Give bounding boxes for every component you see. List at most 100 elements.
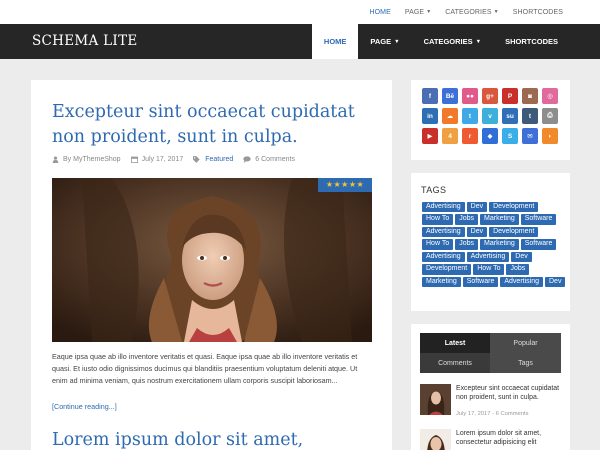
google-plus-icon[interactable]: g+ <box>482 88 498 104</box>
social-widget: f Bē ●● g+ P ◙ ◎ in ☁ t v su t ⎙ ▶ 4 r ◆ S ✉ ◗ <box>411 80 570 160</box>
tag-link[interactable]: Advertising <box>422 251 465 263</box>
pinterest-icon[interactable]: P <box>502 88 518 104</box>
featured-image[interactable]: ★★★★★ <box>52 178 372 342</box>
thumbnail-photo <box>420 384 451 415</box>
tag-link[interactable]: Advertising <box>466 251 510 263</box>
top-nav-page[interactable]: PAGE ▼ <box>398 0 438 24</box>
caret-down-icon: ▼ <box>493 9 499 15</box>
recent-post-item[interactable]: Lorem ipsum dolor sit amet, consectetur … <box>420 429 565 450</box>
tab-tags[interactable]: Tags <box>490 353 561 373</box>
tab-latest[interactable]: Latest <box>420 333 490 353</box>
vimeo-icon[interactable]: v <box>482 108 498 124</box>
comment-icon <box>243 156 251 163</box>
behance-icon[interactable]: Bē <box>442 88 458 104</box>
top-nav: HOME PAGE ▼ CATEGORIES ▼ SHORTCODES <box>362 0 570 24</box>
tag-link[interactable]: Advertising <box>500 276 543 288</box>
tag-link[interactable]: Dev <box>545 276 566 288</box>
meta-comments-text[interactable]: 6 Comments <box>255 156 295 163</box>
tags-icon <box>193 156 200 163</box>
post-card: Excepteur sint occaecat cupidatat non pr… <box>31 80 392 450</box>
top-nav-home-label: HOME <box>369 8 391 16</box>
top-nav-categories[interactable]: CATEGORIES ▼ <box>438 0 505 24</box>
rating-stars: ★★★★★ <box>318 178 372 192</box>
tab-bar: Latest Popular Comments Tags <box>420 333 561 373</box>
recent-post-meta: July 17, 2017 - 6 Comments <box>456 411 529 417</box>
rss-icon[interactable]: ◗ <box>542 128 558 144</box>
recent-post-thumbnail[interactable] <box>420 384 451 415</box>
recent-post-title[interactable]: Excepteur sint occaecat cupidatat non pr… <box>456 384 566 402</box>
reddit-icon[interactable]: r <box>462 128 478 144</box>
tag-link[interactable]: Marketing <box>422 276 461 288</box>
email-icon[interactable]: ✉ <box>522 128 538 144</box>
stumbleupon-icon[interactable]: su <box>502 108 518 124</box>
recent-post-item[interactable]: Excepteur sint occaecat cupidatat non pr… <box>420 384 565 420</box>
meta-comments: 6 Comments <box>243 156 295 163</box>
linkedin-icon[interactable]: in <box>422 108 438 124</box>
tag-link[interactable]: How To <box>422 214 454 225</box>
top-nav-categories-label: CATEGORIES <box>445 8 492 16</box>
main-nav-shortcodes[interactable]: SHORTCODES <box>493 24 570 59</box>
dropbox-icon[interactable]: ◆ <box>482 128 498 144</box>
continue-reading-link[interactable]: [Continue reading...] <box>52 402 117 411</box>
user-icon <box>52 156 59 163</box>
tag-link[interactable]: Marketing <box>480 239 519 250</box>
tag-link[interactable]: Dev <box>511 251 532 263</box>
tag-link[interactable]: Dev <box>466 202 488 213</box>
tab-comments[interactable]: Comments <box>420 353 490 373</box>
top-nav-page-label: PAGE <box>404 8 425 16</box>
tag-link[interactable]: Jobs <box>455 239 479 250</box>
soundcloud-icon[interactable]: ☁ <box>442 108 458 124</box>
tag-link[interactable]: Development <box>422 264 472 275</box>
tag-cloud: Advertising Dev Development How To Jobs Marke… <box>422 202 567 288</box>
tag-link[interactable]: How To <box>473 264 505 275</box>
tag-link[interactable]: Software <box>520 214 557 225</box>
tabs-widget: Latest Popular Comments Tags Excepteur s… <box>411 324 570 450</box>
meta-date: July 17, 2017 <box>130 156 184 163</box>
dribbble-icon[interactable]: ◎ <box>542 88 558 104</box>
tag-link[interactable]: Advertising <box>422 202 465 213</box>
meta-author-text[interactable]: By MyThemeShop <box>63 156 121 163</box>
tag-link[interactable]: Development <box>489 226 539 238</box>
main-nav-home[interactable]: HOME <box>311 24 359 59</box>
tag-link[interactable]: Marketing <box>480 214 519 225</box>
tab-popular[interactable]: Popular <box>490 333 561 353</box>
calendar-icon <box>130 156 138 163</box>
tag-link[interactable]: How To <box>422 239 454 250</box>
foursquare-icon[interactable]: 4 <box>442 128 458 144</box>
site-header: SCHEMA LITE HOME PAGE ▼ CATEGORIES ▼ SHORT… <box>0 24 600 59</box>
tag-link[interactable]: Jobs <box>506 264 530 275</box>
site-logo[interactable]: SCHEMA LITE <box>32 24 138 59</box>
top-nav-shortcodes[interactable]: SHORTCODES <box>506 0 570 24</box>
caret-down-icon: ▼ <box>475 38 482 45</box>
twitter-icon[interactable]: t <box>462 108 478 124</box>
top-utility-bar: HOME PAGE ▼ CATEGORIES ▼ SHORTCODES <box>0 0 600 24</box>
recent-post-title[interactable]: Lorem ipsum dolor sit amet, consectetur … <box>456 429 566 447</box>
main-nav-categories[interactable]: CATEGORIES ▼ <box>412 24 494 59</box>
post-title[interactable]: Excepteur sint occaecat cupidatat non pr… <box>52 100 372 150</box>
youtube-icon[interactable]: ▶ <box>422 128 438 144</box>
top-nav-home[interactable]: HOME <box>362 0 397 24</box>
social-icons-grid: f Bē ●● g+ P ◙ ◎ in ☁ t v su t ⎙ ▶ 4 r ◆ S ✉ ◗ <box>422 88 558 144</box>
recent-post-thumbnail[interactable] <box>420 429 451 450</box>
flickr-icon[interactable]: ●● <box>462 88 478 104</box>
facebook-icon[interactable]: f <box>422 88 438 104</box>
post-meta: By MyThemeShop July 17, 2017 Featured 6 … <box>52 156 305 163</box>
tag-link[interactable]: Jobs <box>455 214 479 225</box>
tumblr-icon[interactable]: t <box>522 108 538 124</box>
meta-date-text: July 17, 2017 <box>141 156 184 163</box>
top-nav-shortcodes-label: SHORTCODES <box>512 8 563 16</box>
instagram-icon[interactable]: ◙ <box>522 88 538 104</box>
tag-link[interactable]: Advertising <box>422 226 465 238</box>
featured-photo <box>52 178 372 342</box>
print-icon[interactable]: ⎙ <box>542 108 558 124</box>
tag-link[interactable]: Dev <box>466 226 488 238</box>
tag-link[interactable]: Software <box>520 239 557 250</box>
tag-link[interactable]: Development <box>489 202 539 213</box>
tags-widget: TAGS Advertising Dev Development How To Jobs… <box>411 173 570 311</box>
skype-icon[interactable]: S <box>502 128 518 144</box>
post-title-2[interactable]: Lorem ipsum dolor sit amet, <box>52 428 372 450</box>
main-nav-page[interactable]: PAGE ▼ <box>358 24 411 59</box>
tag-link[interactable]: Software <box>462 276 499 288</box>
meta-category-link[interactable]: Featured <box>205 156 233 163</box>
tags-widget-title: TAGS <box>421 185 447 195</box>
